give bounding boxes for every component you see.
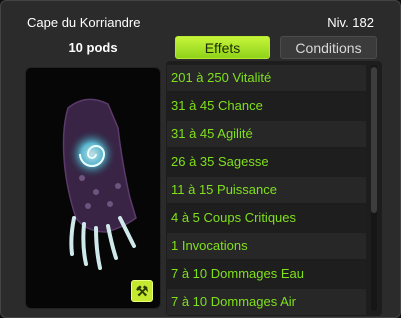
effect-row: 201 à 250 Vitalité bbox=[167, 65, 366, 91]
effect-row: 7 à 10 Dommages Eau bbox=[167, 261, 366, 287]
craft-hammer-icon[interactable]: ⚒ bbox=[131, 280, 153, 302]
item-image-frame bbox=[25, 67, 161, 309]
effects-scroll-thumb[interactable] bbox=[371, 67, 377, 213]
item-name: Cape du Korriandre bbox=[27, 14, 141, 30]
effect-row: 11 à 15 Puissance bbox=[167, 177, 366, 203]
effect-row: 31 à 45 Agilité bbox=[167, 121, 366, 147]
effect-row: 31 à 45 Chance bbox=[167, 93, 366, 119]
tab-effets[interactable]: Effets bbox=[175, 36, 270, 59]
effect-row: 1 Invocations bbox=[167, 233, 366, 259]
item-weight: 10 pods bbox=[68, 40, 118, 55]
effect-row: 7 à 10 Dommages Air bbox=[167, 289, 366, 315]
effect-row: 4 à 5 Coups Critiques bbox=[167, 205, 366, 231]
item-level: Niv. 182 bbox=[327, 14, 374, 30]
effect-row: 26 à 35 Sagesse bbox=[167, 149, 366, 175]
tab-conditions[interactable]: Conditions bbox=[280, 36, 377, 59]
cape-illustration bbox=[62, 98, 137, 270]
item-tooltip-panel: Cape du Korriandre Niv. 182 10 pods Effe… bbox=[0, 0, 401, 318]
title-bar: Cape du Korriandre Niv. 182 bbox=[17, 10, 386, 34]
